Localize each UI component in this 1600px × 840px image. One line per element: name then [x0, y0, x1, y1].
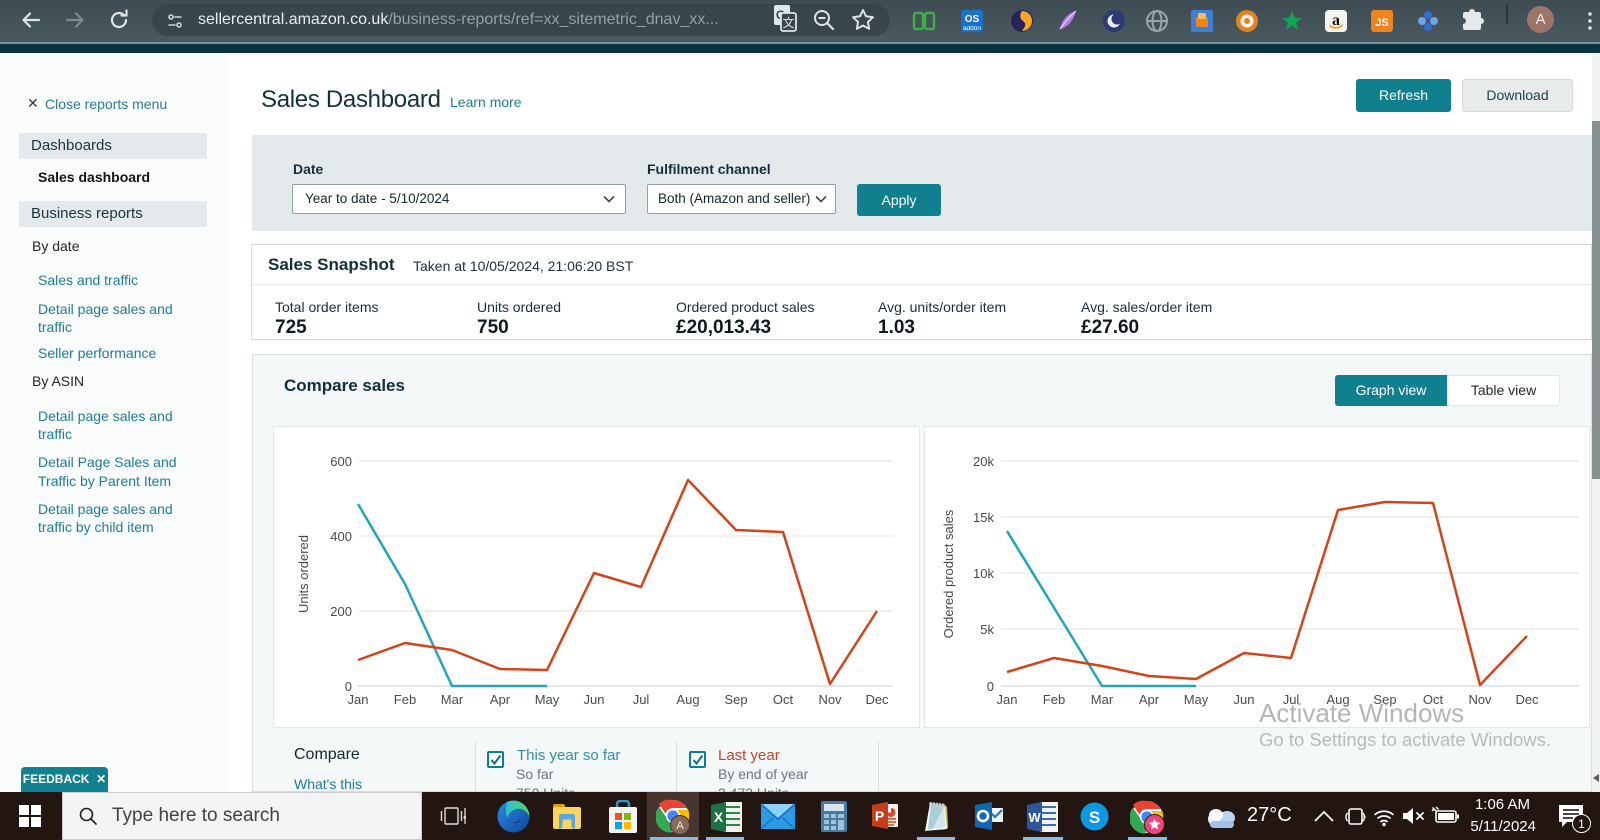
svg-text:W: W [1028, 810, 1041, 825]
svg-text:X: X [714, 809, 724, 825]
svg-text:Jul: Jul [633, 692, 650, 707]
svg-text:Units ordered: Units ordered [296, 535, 311, 613]
svg-text:Mar: Mar [441, 692, 464, 707]
svg-text:600: 600 [330, 454, 352, 469]
svg-text:Jan: Jan [997, 692, 1018, 707]
svg-text:OS: OS [965, 14, 980, 25]
svg-text:Jan: Jan [348, 692, 369, 707]
svg-text:JS: JS [1375, 17, 1388, 29]
svg-text:5k: 5k [980, 622, 994, 637]
svg-text:Apr: Apr [1139, 692, 1160, 707]
svg-text:0: 0 [987, 679, 994, 694]
svg-text:400: 400 [330, 529, 352, 544]
svg-text:May: May [535, 692, 560, 707]
svg-text:Jun: Jun [584, 692, 605, 707]
svg-text:Nov: Nov [818, 692, 842, 707]
svg-text:10k: 10k [973, 566, 994, 581]
svg-text:P: P [875, 808, 884, 824]
svg-text:S: S [1089, 808, 1100, 827]
svg-text:20k: 20k [973, 454, 994, 469]
svg-text:Dec: Dec [1515, 692, 1539, 707]
svg-text:Jun: Jun [1234, 692, 1255, 707]
svg-text:Aug: Aug [676, 692, 699, 707]
svg-text:Nov: Nov [1468, 692, 1492, 707]
svg-text:May: May [1184, 692, 1209, 707]
svg-text:200: 200 [330, 604, 352, 619]
svg-text:15k: 15k [973, 510, 994, 525]
svg-text:Sep: Sep [724, 692, 747, 707]
svg-text:Dec: Dec [865, 692, 889, 707]
svg-text:Apr: Apr [490, 692, 511, 707]
svg-text:Mar: Mar [1091, 692, 1114, 707]
svg-text:Feb: Feb [394, 692, 416, 707]
svg-text:Ordered product sales: Ordered product sales [941, 509, 956, 638]
svg-text:addon: addon [963, 25, 981, 32]
svg-text:Oct: Oct [773, 692, 794, 707]
svg-text:Feb: Feb [1043, 692, 1065, 707]
svg-text:文: 文 [782, 15, 794, 30]
